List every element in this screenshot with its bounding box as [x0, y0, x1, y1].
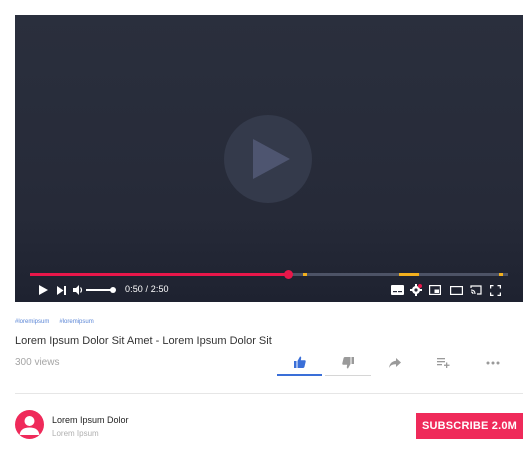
dislike-button[interactable] [325, 350, 371, 376]
thumbs-down-icon [342, 356, 354, 368]
channel-subtitle: Lorem Ipsum [52, 429, 99, 438]
volume-icon [72, 285, 82, 295]
big-play-button[interactable] [224, 115, 312, 203]
hashtag-link[interactable]: #loremipsum [59, 319, 93, 325]
mute-button[interactable] [72, 283, 84, 297]
share-button[interactable] [372, 350, 418, 376]
chapter-marker [399, 273, 419, 276]
gear-icon [410, 284, 422, 296]
video-title: Lorem Ipsum Dolor Sit Amet - Lorem Ipsum… [15, 335, 272, 347]
like-button[interactable] [277, 350, 322, 376]
miniplayer-icon [429, 285, 441, 295]
hashtag-list: #loremipsum #loremipsum [15, 319, 94, 325]
user-icon [19, 416, 40, 435]
channel-avatar[interactable] [15, 410, 44, 439]
play-button[interactable] [37, 283, 49, 297]
chapter-marker [499, 273, 503, 276]
share-icon [389, 358, 401, 368]
duration: 2:50 [150, 284, 169, 294]
hashtag-link[interactable]: #loremipsum [15, 319, 49, 325]
volume-thumb[interactable] [110, 287, 116, 293]
cast-button[interactable] [469, 283, 483, 297]
theater-mode-button[interactable] [448, 283, 464, 297]
more-icon [486, 361, 500, 365]
save-to-playlist-button[interactable] [420, 350, 466, 376]
channel-name[interactable]: Lorem Ipsum Dolor [52, 415, 129, 425]
subtitles-icon [390, 285, 404, 295]
time-display: 0:50 / 2:50 [125, 284, 169, 294]
progress-played [30, 273, 289, 276]
fullscreen-button[interactable] [488, 283, 502, 297]
fullscreen-icon [489, 284, 501, 296]
time-separator: / [142, 284, 151, 294]
progress-thumb[interactable] [284, 270, 294, 279]
subscribe-button[interactable]: SUBSCRIBE 2.0M [416, 413, 523, 439]
subtitles-button[interactable] [390, 283, 404, 297]
chapter-marker [303, 273, 307, 276]
play-icon [38, 285, 48, 295]
more-actions-button[interactable] [470, 350, 516, 376]
volume-slider[interactable] [86, 289, 112, 291]
play-icon [253, 139, 290, 179]
progress-bar[interactable] [30, 270, 508, 279]
video-player[interactable]: 0:50 / 2:50 [15, 15, 523, 302]
settings-button[interactable] [409, 283, 423, 297]
theater-icon [449, 285, 463, 295]
current-time: 0:50 [125, 284, 143, 294]
add-to-playlist-icon [436, 358, 449, 368]
next-button[interactable] [55, 283, 67, 297]
skip-next-icon [56, 285, 66, 295]
miniplayer-button[interactable] [428, 283, 442, 297]
view-count: 300 views [15, 357, 60, 368]
cast-icon [470, 285, 482, 295]
divider [15, 393, 523, 394]
thumbs-up-icon [293, 356, 306, 368]
